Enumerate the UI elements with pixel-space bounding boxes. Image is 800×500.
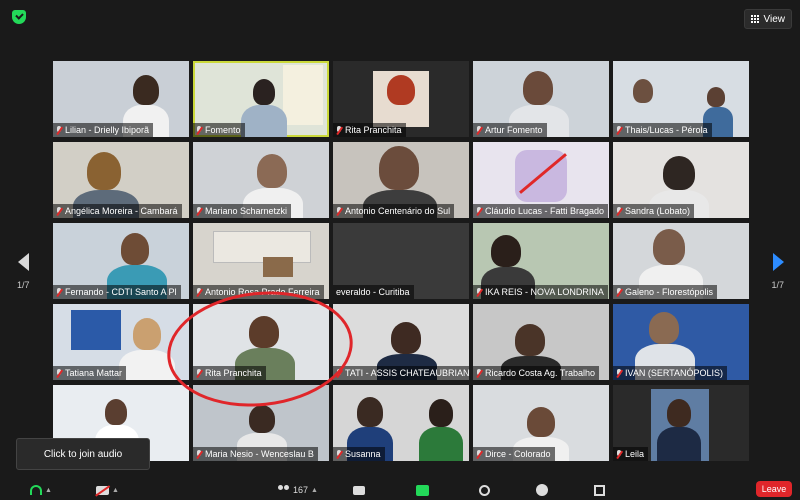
mic-muted-icon	[196, 125, 202, 135]
participant-name: Angélica Moreira - Cambará	[65, 206, 178, 216]
participant-name: Fomento	[205, 125, 241, 135]
participant-name: Fernando - CDTI Santo A Pl	[65, 287, 177, 297]
share-screen-icon	[416, 484, 429, 496]
video-grid: Lilian - Drielly Ibiporã Fomento Rita Pr…	[53, 61, 753, 465]
record-button[interactable]	[479, 483, 490, 497]
mic-muted-icon	[476, 449, 482, 459]
mic-muted-icon	[616, 206, 622, 216]
video-tile[interactable]: Susanna	[333, 385, 469, 461]
start-video-button[interactable]: ▲	[96, 483, 119, 497]
mic-muted-icon	[56, 287, 62, 297]
previous-page-arrow-icon[interactable]	[18, 253, 29, 271]
mic-muted-icon	[616, 287, 622, 297]
video-tile[interactable]: Antonio Centenário do Sul	[333, 142, 469, 218]
video-tile[interactable]: Mariano Scharnetzki	[193, 142, 329, 218]
view-button[interactable]: View	[743, 9, 792, 29]
grid-icon	[750, 14, 760, 24]
video-tile[interactable]: Rita Pranchita	[333, 61, 469, 137]
video-tile[interactable]: Sandra (Lobato)	[613, 142, 749, 218]
video-tile[interactable]: Fomento	[193, 61, 329, 137]
video-tile[interactable]: Angélica Moreira - Cambará	[53, 142, 189, 218]
participant-name: Thais/Lucas - Pérola	[625, 125, 708, 135]
video-tile[interactable]: Galeno - Florestópolis	[613, 223, 749, 299]
reactions-button[interactable]	[536, 483, 548, 497]
video-tile[interactable]: IVAN (SERTANÓPOLIS)	[613, 304, 749, 380]
participant-name: Cláudio Lucas - Fatti Bragado	[485, 206, 605, 216]
participant-name: Rita Pranchita	[345, 125, 402, 135]
video-tile[interactable]: Cláudio Lucas - Fatti Bragado	[473, 142, 609, 218]
chat-icon	[353, 485, 365, 495]
participant-name: Galeno - Florestópolis	[625, 287, 714, 297]
page-indicator-left: 1/7	[17, 280, 30, 290]
video-tile[interactable]: Dirce - Colorado	[473, 385, 609, 461]
participant-name: Artur Fomento	[485, 125, 543, 135]
participant-name: TATI - ASSIS CHATEAUBRIAND	[345, 368, 469, 378]
participants-count: 167	[293, 485, 309, 495]
reactions-icon	[536, 484, 548, 496]
participant-name: Antonio Centenário do Sul	[345, 206, 451, 216]
join-audio-tooltip: Click to join audio	[16, 438, 150, 470]
chat-button[interactable]	[353, 483, 365, 497]
video-tile[interactable]: Ricardo Costa Ag. Trabalho	[473, 304, 609, 380]
participant-name: Leila	[625, 449, 645, 459]
video-tile[interactable]: Antonio Rosa Prado Ferreira	[193, 223, 329, 299]
leave-button[interactable]: Leave	[756, 481, 792, 497]
video-tile[interactable]: everaldo - Curitiba	[333, 223, 469, 299]
participant-name: Sandra (Lobato)	[625, 206, 691, 216]
video-tile[interactable]: TATI - ASSIS CHATEAUBRIAND	[333, 304, 469, 380]
join-audio-button[interactable]: ▲	[30, 483, 52, 497]
shield-icon[interactable]	[12, 10, 26, 24]
video-tile[interactable]: Fernando - CDTI Santo A Pl	[53, 223, 189, 299]
mic-muted-icon	[196, 206, 202, 216]
apps-icon	[594, 484, 605, 496]
mic-muted-icon	[336, 125, 342, 135]
mic-muted-icon	[476, 368, 482, 378]
video-tile[interactable]: Thais/Lucas - Pérola	[613, 61, 749, 137]
mic-muted-icon	[336, 449, 342, 459]
participant-name: Dirce - Colorado	[485, 449, 551, 459]
mic-muted-icon	[56, 206, 62, 216]
record-icon	[479, 484, 490, 496]
mic-muted-icon	[56, 368, 62, 378]
mic-muted-icon	[476, 206, 482, 216]
next-page-arrow-icon[interactable]	[773, 253, 784, 271]
top-bar: View	[0, 0, 800, 36]
participant-name: Tatiana Mattar	[65, 368, 123, 378]
participants-button[interactable]: 167 ▲	[278, 483, 318, 497]
video-off-icon	[96, 485, 109, 495]
participants-icon	[278, 485, 290, 495]
view-label: View	[763, 13, 786, 25]
participant-name: IKA REIS - NOVA LONDRINA	[485, 287, 604, 297]
participant-name: Ricardo Costa Ag. Trabalho	[485, 368, 596, 378]
chevron-up-icon[interactable]: ▲	[311, 487, 318, 494]
video-tile[interactable]: IKA REIS - NOVA LONDRINA	[473, 223, 609, 299]
mic-muted-icon	[196, 449, 202, 459]
participant-name: everaldo - Curitiba	[336, 287, 410, 297]
mic-muted-icon	[56, 125, 62, 135]
share-screen-button[interactable]	[416, 483, 429, 497]
mic-muted-icon	[616, 125, 622, 135]
mic-muted-icon	[616, 368, 622, 378]
participant-name: Mariano Scharnetzki	[205, 206, 288, 216]
headphone-icon	[30, 485, 42, 495]
participant-name: Maria Nesio - Wenceslau B	[205, 449, 314, 459]
video-tile[interactable]: Artur Fomento	[473, 61, 609, 137]
participant-name: Lilian - Drielly Ibiporã	[65, 125, 150, 135]
participant-name: Susanna	[345, 449, 381, 459]
mic-muted-icon	[196, 287, 202, 297]
chevron-up-icon[interactable]: ▲	[112, 487, 119, 494]
mic-muted-icon	[336, 206, 342, 216]
page-indicator-right: 1/7	[771, 280, 784, 290]
meeting-toolbar: ▲ ▲ 167 ▲ Leave	[0, 478, 800, 500]
video-tile[interactable]: Lilian - Drielly Ibiporã	[53, 61, 189, 137]
mic-muted-icon	[476, 287, 482, 297]
apps-button[interactable]	[594, 483, 605, 497]
mic-muted-icon	[616, 449, 622, 459]
chevron-up-icon[interactable]: ▲	[45, 487, 52, 494]
participant-name: IVAN (SERTANÓPOLIS)	[625, 368, 724, 378]
mic-muted-icon	[476, 125, 482, 135]
video-tile[interactable]: Leila	[613, 385, 749, 461]
